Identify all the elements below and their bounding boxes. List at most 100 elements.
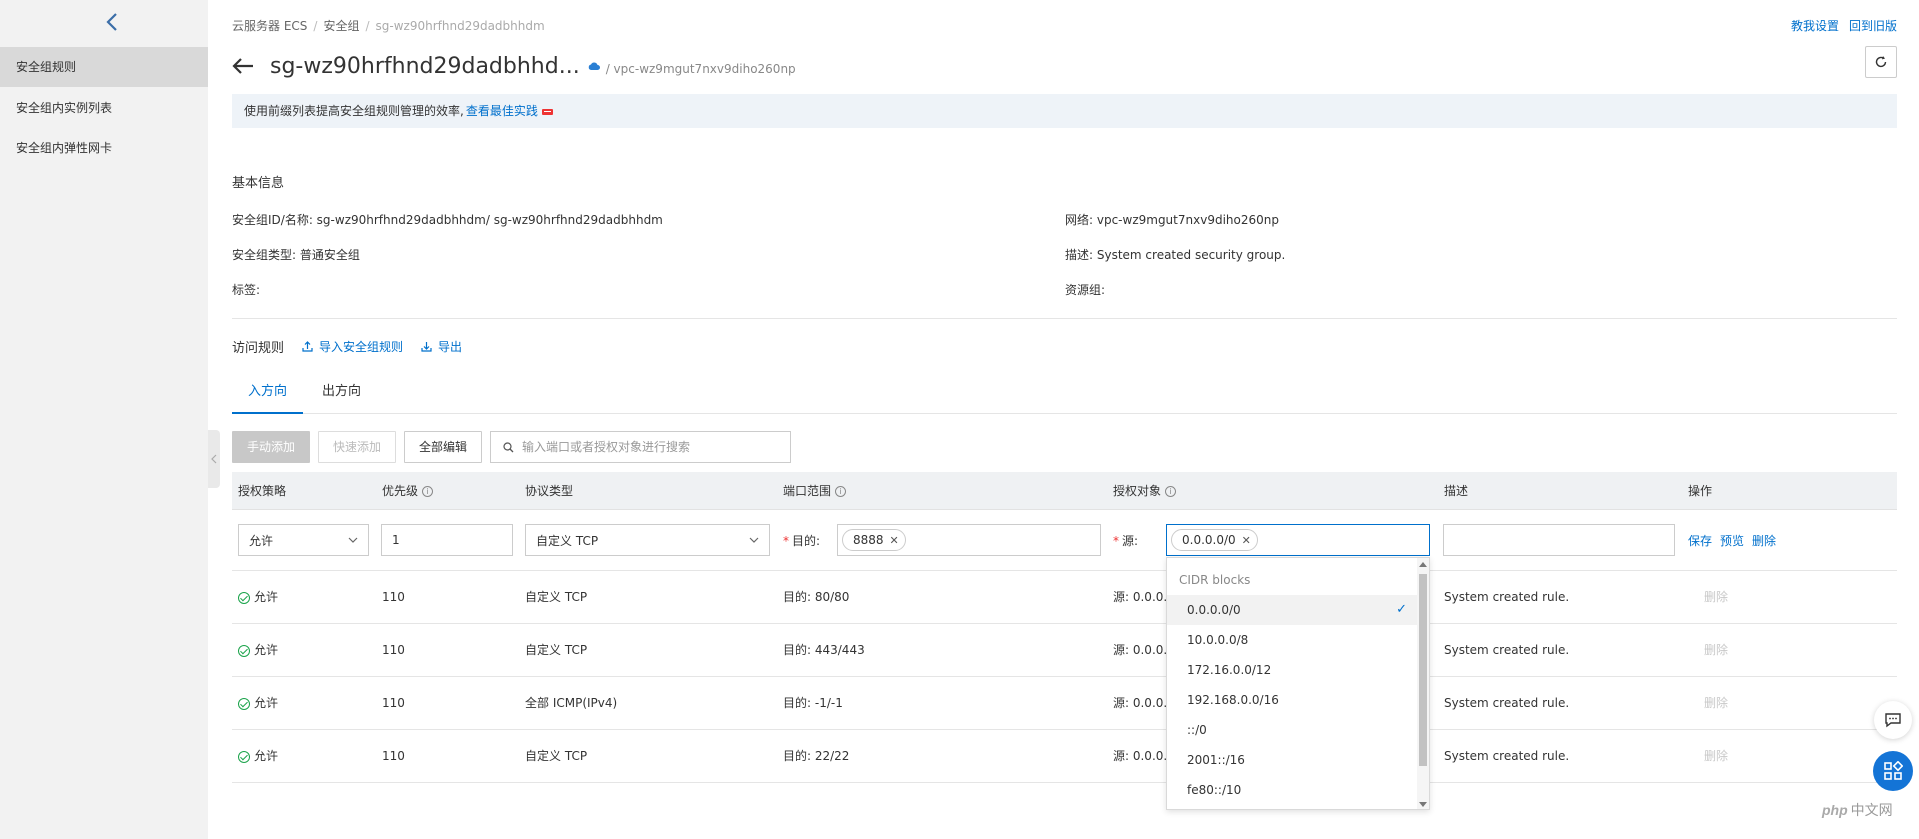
- external-link-icon: [541, 108, 553, 115]
- toolbar: 手动添加 快速添加 全部编辑: [232, 431, 792, 463]
- port-cell: 目的: 443/443: [783, 643, 865, 657]
- port-tag: 8888 ✕: [842, 529, 906, 551]
- dropdown-option[interactable]: 192.168.0.0/16: [1167, 685, 1419, 715]
- priority-input[interactable]: 1: [381, 524, 513, 556]
- tab-outbound[interactable]: 出方向: [306, 374, 377, 414]
- check-circle-icon: [238, 750, 250, 763]
- scroll-thumb: [1419, 574, 1427, 766]
- cloud-icon: [588, 61, 600, 71]
- dropdown-option[interactable]: 172.16.0.0/12: [1167, 655, 1419, 685]
- th-protocol: 协议类型: [525, 484, 574, 498]
- search-input[interactable]: [522, 440, 783, 454]
- basic-info-title: 基本信息: [232, 176, 285, 191]
- desc-cell: System created rule.: [1444, 749, 1570, 763]
- delete-link-disabled[interactable]: 删除: [1704, 624, 1728, 677]
- chevron-down-icon: [348, 537, 358, 543]
- save-link[interactable]: 保存: [1688, 534, 1712, 548]
- preview-link[interactable]: 预览: [1720, 534, 1744, 548]
- import-rules-button[interactable]: 导入安全组规则: [302, 338, 403, 355]
- quick-add-button[interactable]: 快速添加: [318, 431, 397, 463]
- delete-link-disabled[interactable]: 删除: [1704, 677, 1728, 730]
- dropdown-option[interactable]: 0.0.0.0/0 ✓: [1167, 595, 1419, 625]
- info-tags: 标签:: [232, 283, 261, 297]
- info-banner: 使用前缀列表提高安全组规则管理的效率, 查看最佳实践: [232, 94, 1897, 128]
- old-version-link[interactable]: 回到旧版: [1849, 19, 1897, 33]
- rules-table: 授权策略 优先级 i 协议类型 端口范围 i 授权对象 i 描述 操作 允许 1 自定…: [232, 472, 1897, 783]
- check-circle-icon: [238, 644, 250, 657]
- dropdown-option[interactable]: ::/0: [1167, 715, 1419, 745]
- check-icon: ✓: [1396, 602, 1407, 617]
- grid-icon: [1884, 761, 1903, 780]
- th-actions: 操作: [1688, 484, 1713, 498]
- desc-cell: System created rule.: [1444, 590, 1570, 604]
- priority-cell: 110: [382, 749, 405, 763]
- top-links: 教我设置 回到旧版: [1781, 17, 1897, 34]
- sidebar-item-security-rules[interactable]: 安全组规则: [0, 47, 208, 87]
- port-cell: 目的: 22/22: [783, 749, 850, 763]
- dest-label: * 目的:: [783, 534, 821, 548]
- remove-tag-icon[interactable]: ✕: [1242, 534, 1251, 547]
- rules-title: 访问规则: [232, 340, 285, 356]
- source-tag: 0.0.0.0/0 ✕: [1171, 529, 1258, 551]
- dropdown-option[interactable]: 2001::/16: [1167, 745, 1419, 775]
- divider: [232, 318, 1897, 319]
- priority-cell: 110: [382, 643, 405, 657]
- dropdown-option[interactable]: 10.0.0.0/8: [1167, 625, 1419, 655]
- info-id-name: 安全组ID/名称: sg-wz90hrfhnd29dadbhhdm/ sg-wz…: [232, 213, 663, 227]
- th-policy: 授权策略: [238, 484, 287, 498]
- table-header: 授权策略 优先级 i 协议类型 端口范围 i 授权对象 i 描述 操作: [232, 472, 1897, 510]
- info-network: 网络: vpc-wz9mgut7nxv9diho260np: [1065, 213, 1279, 227]
- check-circle-icon: [238, 591, 250, 604]
- sidebar-collapse-handle[interactable]: [208, 430, 220, 488]
- source-input[interactable]: 0.0.0.0/0 ✕: [1166, 524, 1430, 556]
- delete-link-disabled[interactable]: 删除: [1704, 730, 1728, 783]
- table-row: 允许 110 自定义 TCP 目的: 80/80 源: 0.0.0.0 Syst…: [232, 571, 1897, 624]
- export-button[interactable]: 导出: [421, 338, 462, 355]
- edit-row-actions: 保存 预览 删除: [1688, 532, 1784, 549]
- dest-port-input[interactable]: 8888 ✕: [837, 524, 1101, 556]
- policy-select[interactable]: 允许: [238, 524, 369, 556]
- info-resource-group: 资源组:: [1065, 283, 1106, 297]
- help-setup-link[interactable]: 教我设置: [1791, 19, 1839, 33]
- source-label: * 源:: [1113, 534, 1139, 548]
- desc-cell: System created rule.: [1444, 696, 1570, 710]
- breadcrumb-ecs[interactable]: 云服务器 ECS: [232, 19, 307, 33]
- info-icon: i: [1165, 485, 1177, 497]
- watermark: php 中文网: [1822, 802, 1893, 818]
- sidebar-item-instances[interactable]: 安全组内实例列表: [0, 88, 208, 128]
- description-input[interactable]: [1443, 524, 1675, 556]
- manual-add-button[interactable]: 手动添加: [232, 431, 311, 463]
- apps-button[interactable]: [1873, 751, 1913, 791]
- check-circle-icon: [238, 697, 250, 710]
- sidebar-item-eni[interactable]: 安全组内弹性网卡: [0, 128, 208, 168]
- back-chevron-icon[interactable]: [102, 10, 122, 34]
- breadcrumb: 云服务器 ECS / 安全组 / sg-wz90hrfhnd29dadbhhdm: [232, 19, 545, 33]
- vpc-subtitle[interactable]: / vpc-wz9mgut7nxv9diho260np: [606, 62, 796, 76]
- banner-text: 使用前缀列表提高安全组规则管理的效率,: [244, 104, 464, 118]
- edit-all-button[interactable]: 全部编辑: [404, 431, 483, 463]
- policy-cell: 允许: [238, 624, 278, 677]
- search-box[interactable]: [490, 431, 792, 463]
- remove-tag-icon[interactable]: ✕: [890, 534, 899, 547]
- breadcrumb-current: sg-wz90hrfhnd29dadbhhdm: [375, 19, 545, 33]
- direction-tabs: 入方向 出方向: [232, 374, 1897, 414]
- feedback-button[interactable]: [1874, 701, 1912, 739]
- tab-inbound[interactable]: 入方向: [232, 374, 304, 414]
- desc-cell: System created rule.: [1444, 643, 1570, 657]
- refresh-icon: [1875, 56, 1887, 68]
- dropdown-option[interactable]: fe80::/10: [1167, 775, 1419, 805]
- best-practice-link[interactable]: 查看最佳实践: [466, 104, 538, 118]
- refresh-button[interactable]: [1865, 46, 1897, 78]
- delete-link-disabled[interactable]: 删除: [1704, 571, 1728, 624]
- th-port-range: 端口范围 i: [783, 472, 847, 510]
- delete-link[interactable]: 删除: [1752, 534, 1776, 548]
- protocol-select[interactable]: 自定义 TCP: [525, 524, 770, 556]
- dropdown-scrollbar[interactable]: [1417, 558, 1429, 809]
- back-arrow-icon[interactable]: [232, 54, 256, 78]
- info-icon: i: [422, 485, 434, 497]
- protocol-cell: 自定义 TCP: [525, 590, 588, 604]
- breadcrumb-security-group[interactable]: 安全组: [323, 19, 359, 33]
- priority-cell: 110: [382, 590, 405, 604]
- protocol-cell: 自定义 TCP: [525, 643, 588, 657]
- edit-row: 允许 1 自定义 TCP * 目的: 8888 ✕ * 源: 0.0.0.0/0 ✕ 保…: [232, 510, 1897, 571]
